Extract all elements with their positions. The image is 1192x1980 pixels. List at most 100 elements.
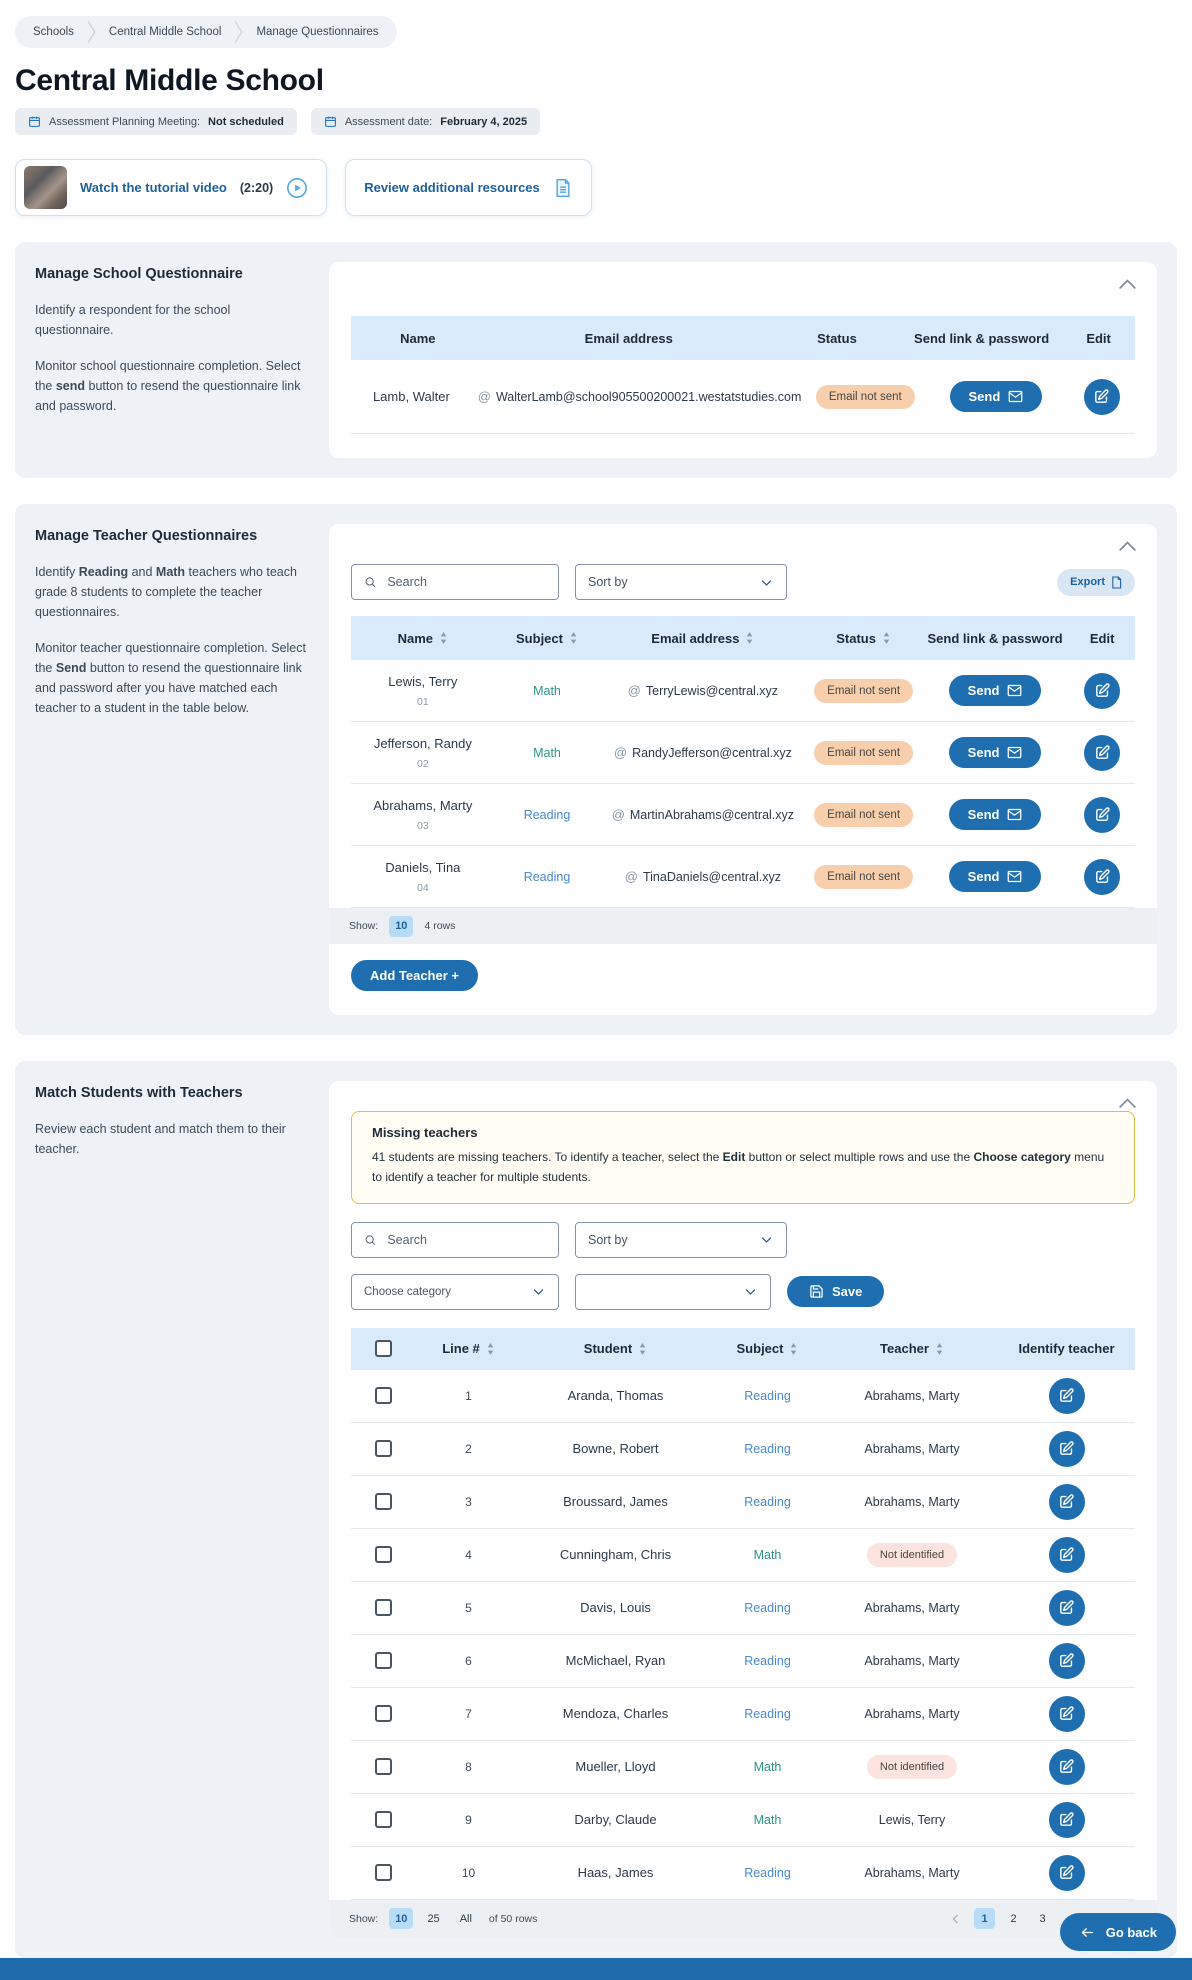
breadcrumb-item-schools[interactable]: Schools (33, 26, 74, 38)
page-size-option[interactable]: 10 (389, 1908, 413, 1929)
header-line[interactable]: Line # (415, 1335, 522, 1362)
header-subject[interactable]: Subject (495, 625, 600, 652)
line-number: 1 (465, 1389, 472, 1403)
row-count-label: of 50 rows (489, 1913, 537, 1925)
add-teacher-button[interactable]: Add Teacher + (351, 960, 478, 991)
edit-pencil-icon (1058, 1652, 1075, 1669)
identify-teacher-button[interactable] (1049, 1537, 1085, 1573)
table-row: 10 Haas, James Reading Abrahams, Marty (351, 1847, 1135, 1900)
teacher-search-input[interactable] (385, 574, 546, 590)
page-number[interactable]: 3 (1032, 1908, 1053, 1929)
match-sort-select[interactable]: Sort by (575, 1222, 787, 1258)
row-checkbox[interactable] (375, 1440, 392, 1457)
chevron-right-icon (86, 19, 97, 45)
breadcrumb-item-school[interactable]: Central Middle School (109, 26, 222, 38)
save-button[interactable]: Save (787, 1276, 884, 1307)
row-checkbox[interactable] (375, 1864, 392, 1881)
row-checkbox[interactable] (375, 1758, 392, 1775)
school-table: Name Email address Status Send link & pa… (351, 316, 1135, 434)
student-name: Davis, Louis (522, 1592, 709, 1623)
sort-icon (569, 631, 578, 645)
identify-teacher-button[interactable] (1049, 1802, 1085, 1838)
section-manage-teacher-questionnaires: Manage Teacher Questionnaires Identify R… (15, 504, 1177, 1035)
identify-teacher-button[interactable] (1049, 1431, 1085, 1467)
line-number: 3 (465, 1495, 472, 1509)
edit-button[interactable] (1084, 673, 1120, 709)
edit-button[interactable] (1084, 735, 1120, 771)
header-name[interactable]: Name (351, 625, 495, 652)
row-checkbox[interactable] (375, 1387, 392, 1404)
teacher-assignment: Abrahams, Marty (864, 1442, 959, 1456)
subject-label: Reading (744, 1866, 791, 1880)
row-checkbox[interactable] (375, 1546, 392, 1563)
match-category-toolbar: Choose category Save (351, 1274, 1135, 1310)
row-checkbox[interactable] (375, 1652, 392, 1669)
edit-button[interactable] (1084, 797, 1120, 833)
identify-teacher-button[interactable] (1049, 1855, 1085, 1891)
page: Schools Central Middle School Manage Que… (0, 0, 1192, 1958)
send-button[interactable]: Send (950, 381, 1043, 412)
teacher-sort-select[interactable]: Sort by (575, 564, 787, 600)
section-manage-school-questionnaire: Manage School Questionnaire Identify a r… (15, 242, 1177, 478)
identify-teacher-button[interactable] (1049, 1378, 1085, 1414)
page-number[interactable]: 1 (974, 1908, 995, 1929)
edit-pencil-icon (1058, 1546, 1075, 1563)
at-icon: @ (478, 389, 491, 404)
collapse-section-button[interactable] (1116, 538, 1139, 557)
choose-category-select[interactable]: Choose category (351, 1274, 559, 1310)
page-title: Central Middle School (15, 64, 1177, 98)
identify-teacher-button[interactable] (1049, 1696, 1085, 1732)
header-subject[interactable]: Subject (709, 1335, 826, 1362)
breadcrumb-item-manage-questionnaires[interactable]: Manage Questionnaires (256, 26, 378, 38)
teacher-section-heading: Manage Teacher Questionnaires (35, 528, 307, 544)
table-row: 8 Mueller, Lloyd Math Not identified (351, 1741, 1135, 1794)
edit-pencil-icon (1058, 1387, 1075, 1404)
header-status[interactable]: Status (806, 625, 920, 652)
row-checkbox[interactable] (375, 1599, 392, 1616)
sort-icon (745, 631, 754, 645)
header-student[interactable]: Student (522, 1335, 709, 1362)
row-checkbox[interactable] (375, 1811, 392, 1828)
identify-teacher-button[interactable] (1049, 1643, 1085, 1679)
teacher-section-description: Manage Teacher Questionnaires Identify R… (35, 524, 307, 1015)
status-badge: Email not sent (814, 741, 913, 765)
identify-teacher-button[interactable] (1049, 1749, 1085, 1785)
subject-label: Math (754, 1760, 782, 1774)
send-button[interactable]: Send (949, 799, 1042, 830)
table-row: Jefferson, Randy 02 Math @RandyJefferson… (351, 722, 1135, 784)
row-checkbox[interactable] (375, 1705, 392, 1722)
table-row: 5 Davis, Louis Reading Abrahams, Marty (351, 1582, 1135, 1635)
header-email[interactable]: Email address (599, 625, 806, 652)
page-size-option[interactable]: 25 (421, 1908, 445, 1929)
identify-teacher-button[interactable] (1049, 1484, 1085, 1520)
send-button[interactable]: Send (949, 861, 1042, 892)
send-button[interactable]: Send (949, 737, 1042, 768)
select-all-checkbox[interactable] (375, 1340, 392, 1357)
edit-button[interactable] (1084, 859, 1120, 895)
previous-page-button[interactable] (948, 1911, 964, 1927)
go-back-button[interactable]: Go back (1060, 1913, 1176, 1951)
tutorial-video-card[interactable]: Watch the tutorial video (2:20) (15, 159, 327, 216)
match-search-input[interactable] (385, 1232, 546, 1248)
send-button[interactable]: Send (949, 675, 1042, 706)
at-icon: @ (614, 745, 627, 760)
school-section-description: Manage School Questionnaire Identify a r… (35, 262, 307, 458)
export-button[interactable]: Export (1057, 569, 1135, 596)
line-number: 8 (465, 1760, 472, 1774)
page-number[interactable]: 2 (1003, 1908, 1024, 1929)
header-teacher[interactable]: Teacher (826, 1335, 998, 1362)
collapse-section-button[interactable] (1116, 276, 1139, 295)
table-row: 9 Darby, Claude Math Lewis, Terry (351, 1794, 1135, 1847)
badge-label: Assessment date: (345, 116, 432, 128)
row-checkbox[interactable] (375, 1493, 392, 1510)
edit-button[interactable] (1084, 379, 1120, 415)
school-desc-1: Identify a respondent for the school que… (35, 300, 307, 340)
page-size-option[interactable]: All (454, 1908, 478, 1929)
identify-teacher-button[interactable] (1049, 1590, 1085, 1626)
student-name: Cunningham, Chris (522, 1539, 709, 1570)
page-size-option[interactable]: 10 (389, 916, 413, 937)
line-number: 7 (465, 1707, 472, 1721)
collapse-section-button[interactable] (1116, 1095, 1139, 1114)
additional-resources-card[interactable]: Review additional resources (345, 159, 592, 216)
category-value-select[interactable] (575, 1274, 771, 1310)
